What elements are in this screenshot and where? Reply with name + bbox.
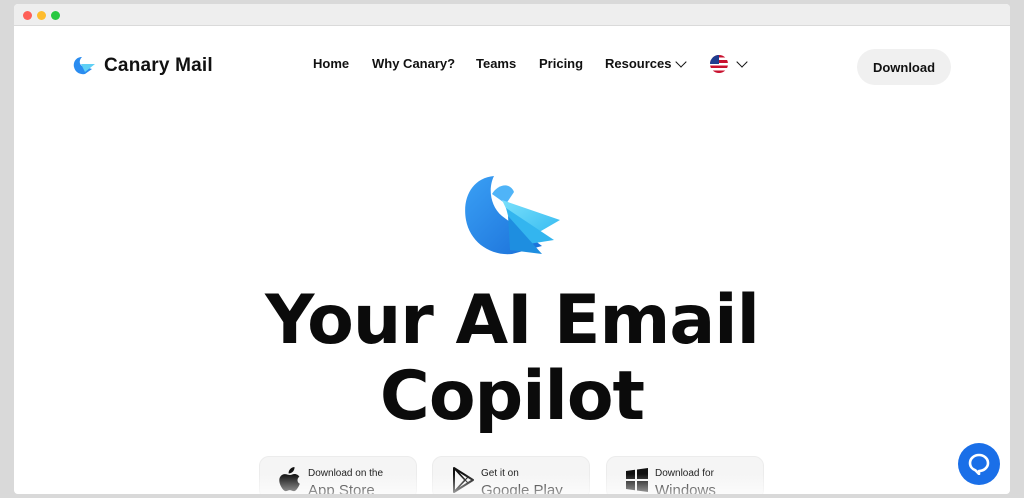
- nav-pricing-label: Pricing: [539, 56, 584, 71]
- nav-home-label: Home: [313, 56, 350, 71]
- minimize-window-button[interactable]: [37, 11, 46, 20]
- nav-resources-label: Resources: [605, 56, 672, 71]
- maximize-window-button[interactable]: [51, 11, 60, 20]
- chevron-down-icon: [675, 55, 688, 68]
- app-store-badge[interactable]: Download on the App Store: [259, 456, 417, 494]
- nav-teams[interactable]: Teams: [476, 56, 516, 71]
- google-play-badge[interactable]: Get it on Google Play: [432, 456, 590, 494]
- chevron-down-icon: [736, 56, 748, 68]
- language-selector[interactable]: [710, 55, 748, 73]
- site-header: Canary Mail Home Why Canary? Teams Prici…: [14, 26, 1010, 106]
- download-button[interactable]: Download: [857, 49, 951, 85]
- nav-resources-dropdown[interactable]: Resources: [605, 55, 688, 71]
- hero-headline-line1: Your AI Email: [265, 281, 760, 360]
- apple-icon: [279, 467, 300, 492]
- chat-bubble-icon: [968, 453, 990, 475]
- canary-hero-logo-icon: [465, 176, 560, 255]
- google-play-small-text: Get it on: [481, 468, 519, 479]
- nav-teams-label: Teams: [476, 56, 517, 71]
- play-icon: [453, 467, 474, 493]
- chat-support-button[interactable]: [958, 443, 1000, 485]
- close-window-button[interactable]: [23, 11, 32, 20]
- browser-window: Canary Mail Home Why Canary? Teams Prici…: [14, 4, 1010, 494]
- google-play-big-text: Google Play: [481, 482, 563, 494]
- nav-pricing[interactable]: Pricing: [539, 56, 583, 71]
- window-titlebar: [14, 4, 1010, 26]
- windows-big-text: Windows: [655, 482, 716, 494]
- brand-name: Canary Mail: [104, 55, 213, 76]
- hero-headline-line2: Copilot: [379, 357, 645, 436]
- nav-home[interactable]: Home: [313, 56, 349, 71]
- app-store-big-text: App Store: [308, 482, 375, 494]
- windows-icon: [626, 468, 648, 492]
- download-badges: Download on the App Store Get it on Goog…: [14, 456, 1010, 494]
- windows-small-text: Download for: [655, 468, 714, 479]
- nav-why-canary[interactable]: Why Canary?: [372, 56, 455, 71]
- brand-logo-link[interactable]: Canary Mail: [72, 54, 213, 78]
- nav-why-canary-label: Why Canary?: [372, 56, 456, 71]
- windows-badge[interactable]: Download for Windows: [606, 456, 764, 494]
- us-flag-icon: [710, 55, 728, 73]
- app-store-small-text: Download on the: [308, 468, 384, 479]
- canary-bird-icon: [73, 57, 95, 75]
